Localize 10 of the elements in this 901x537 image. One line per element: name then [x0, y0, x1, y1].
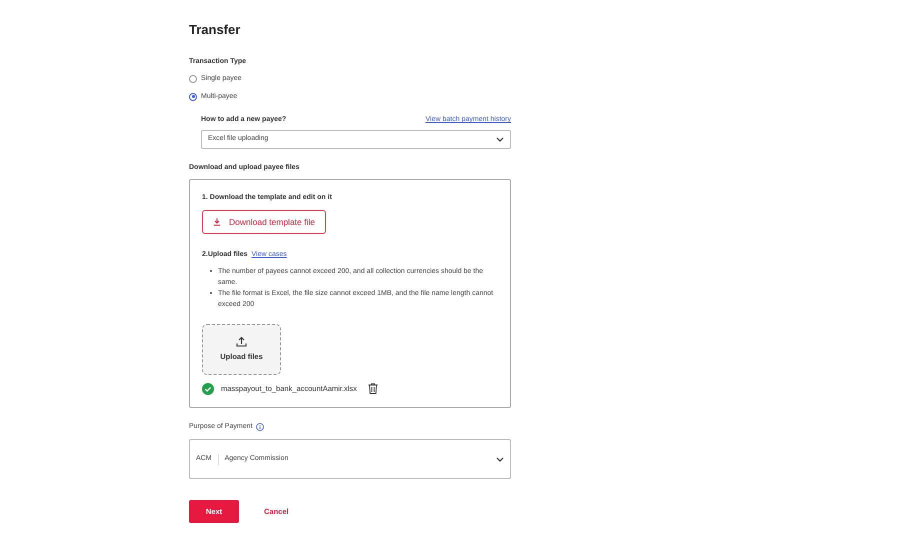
chevron-down-icon: [496, 136, 504, 142]
download-template-button[interactable]: Download template file: [202, 210, 326, 234]
radio-button[interactable]: [189, 75, 197, 84]
chevron-down-icon: [496, 456, 504, 462]
download-icon: [213, 218, 221, 226]
page-title: Transfer: [189, 21, 242, 39]
radio-button[interactable]: [189, 92, 197, 101]
trash-icon[interactable]: [368, 383, 378, 394]
upload-icon: [236, 336, 247, 348]
info-icon[interactable]: [256, 423, 264, 431]
